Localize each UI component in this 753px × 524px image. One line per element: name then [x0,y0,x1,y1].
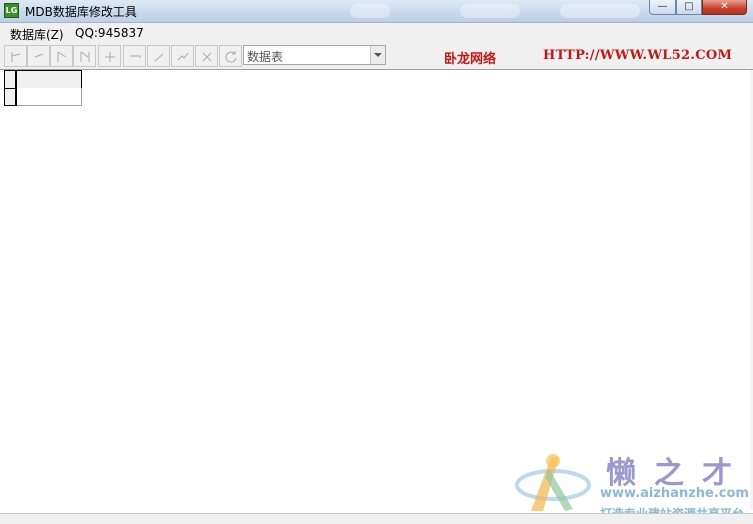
brand-url-link[interactable]: HTTP://WWW.WL52.COM [543,48,732,63]
watermark-logo-icon [515,454,591,511]
maximize-button[interactable]: □ [676,0,702,15]
blur-region [350,4,390,18]
first-record-button[interactable] [4,45,27,67]
watermark-url: www.aizhanzhe.com [600,486,749,501]
close-icon: ✕ [720,1,729,12]
blur-region [460,4,520,18]
table-select-value: 数据表 [247,50,284,64]
table-select[interactable]: 数据表 [243,45,386,65]
insert-icon [105,52,115,62]
edit-record-button[interactable] [147,45,170,67]
delete-record-button[interactable] [123,45,146,67]
prev-icon [34,53,44,58]
minimize-icon: — [657,1,668,12]
grid-corner-cell[interactable] [4,70,17,89]
window-title: MDB数据库修改工具 [25,5,137,19]
last-record-button[interactable] [73,45,96,67]
grid-row-indicator[interactable] [4,88,17,106]
chevron-down-icon [374,53,382,57]
status-bar [0,513,753,524]
data-grid[interactable] [4,70,82,106]
menu-qq[interactable]: QQ:945837 [75,26,144,40]
menu-database[interactable]: 数据库(Z) [10,26,64,43]
refresh-button[interactable] [219,45,242,67]
grid-column-header[interactable] [17,70,82,89]
last-icon [80,51,90,62]
app-icon[interactable]: LG [4,3,19,18]
next-record-button[interactable] [50,45,73,67]
minimize-button[interactable]: — [649,0,676,15]
refresh-icon [225,51,237,63]
next-icon [57,51,67,62]
grid-data-cell[interactable] [17,88,82,106]
prev-record-button[interactable] [27,45,50,67]
blur-region [560,4,640,18]
cancel-edit-button[interactable] [195,45,218,67]
insert-record-button[interactable] [98,45,121,67]
menu-bar: 数据库(Z) QQ:945837 [0,23,753,43]
post-icon [177,52,189,61]
table-select-dropdown-button[interactable] [370,46,385,64]
maximize-icon: □ [684,1,694,12]
cancel-icon [202,52,212,62]
title-bar[interactable]: LG MDB数据库修改工具 — □ ✕ [0,0,753,23]
toolbar: 数据表 卧龙网络 HTTP://WWW.WL52.COM [0,43,753,70]
first-icon [11,52,21,62]
close-button[interactable]: ✕ [702,0,747,15]
delete-icon [130,55,141,58]
brand-name: 卧龙网络 [444,52,497,67]
edit-icon [154,53,164,62]
post-record-button[interactable] [171,45,194,67]
